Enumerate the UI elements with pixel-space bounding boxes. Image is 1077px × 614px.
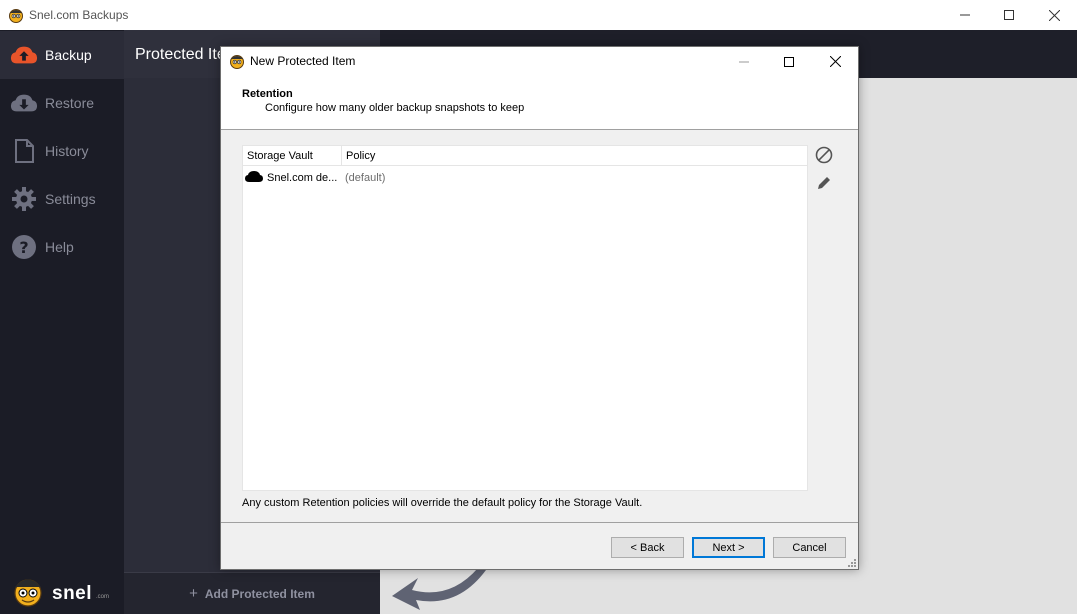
edit-policy-button[interactable] [813,172,835,194]
prohibited-icon [815,146,833,164]
new-protected-item-dialog: New Protected Item Retention Configure h… [220,46,859,570]
wizard-header: Retention Configure how many older backu… [221,76,858,130]
main-titlebar: Snel.com Backups [0,0,1077,30]
sidebar-item-label: Backup [45,47,92,63]
close-icon [829,56,841,67]
add-protected-item-button[interactable]: + Add Protected Item [124,572,380,614]
cancel-button[interactable]: Cancel [773,537,846,558]
close-icon [1048,9,1060,21]
sidebar-item-label: History [45,143,89,159]
minimize-icon [739,61,749,62]
next-button[interactable]: Next > [692,537,765,558]
dialog-close-button[interactable] [812,47,858,76]
dialog-title: New Protected Item [250,54,356,68]
sidebar: Backup Restore History Settings ? Help [0,30,124,614]
window-title: Snel.com Backups [29,8,129,22]
cloud-upload-icon [10,41,38,69]
logo-text: snel [52,583,93,604]
sidebar-item-help[interactable]: ? Help [0,223,124,271]
minimize-button[interactable] [942,0,988,30]
sidebar-item-backup[interactable]: Backup [0,31,124,79]
svg-text:?: ? [19,238,28,257]
column-divider[interactable] [341,146,342,166]
plus-icon: + [189,585,198,602]
snel-logo-icon [230,55,244,69]
add-protected-item-label: Add Protected Item [204,586,315,601]
snel-mascot-icon [14,579,42,607]
gear-icon [10,185,38,213]
table-row[interactable]: Snel.com de... (default) [243,167,807,187]
maximize-icon [784,56,794,67]
sidebar-item-restore[interactable]: Restore [0,79,124,127]
resize-grip-icon[interactable] [846,557,856,567]
maximize-button[interactable] [986,0,1032,30]
clear-policy-button[interactable] [813,144,835,166]
sidebar-item-history[interactable]: History [0,127,124,175]
retention-list: Storage Vault Policy Snel.com de... (def… [242,145,808,491]
column-header-policy[interactable]: Policy [346,150,375,162]
list-header: Storage Vault Policy [243,146,807,166]
panel-title: Protected Ite [135,46,226,63]
document-icon [10,137,38,165]
sidebar-item-settings[interactable]: Settings [0,175,124,223]
dialog-maximize-button[interactable] [766,47,812,76]
storage-vault-cell: Snel.com de... [267,172,338,184]
dialog-titlebar: New Protected Item [221,47,858,76]
policy-cell: (default) [345,172,386,184]
logo-suffix: .com [96,594,110,600]
close-button[interactable] [1031,0,1077,30]
footer-divider [221,522,858,523]
retention-note: Any custom Retention policies will overr… [242,497,643,509]
snel-logo: snel .com [10,574,120,610]
wizard-step-subtitle: Configure how many older backup snapshot… [265,102,525,114]
help-icon: ? [10,233,38,261]
maximize-icon [1004,10,1014,20]
cloud-download-icon [10,89,38,117]
column-header-storage-vault[interactable]: Storage Vault [247,150,313,162]
snel-logo-icon [9,9,23,23]
sidebar-item-label: Help [45,239,74,255]
cloud-icon [245,171,263,182]
sidebar-item-label: Settings [45,191,96,207]
dialog-minimize-button[interactable] [721,47,767,76]
pencil-icon [818,177,830,189]
back-button[interactable]: < Back [611,537,684,558]
wizard-step-title: Retention [242,88,293,100]
minimize-icon [960,14,970,16]
sidebar-item-label: Restore [45,95,95,111]
